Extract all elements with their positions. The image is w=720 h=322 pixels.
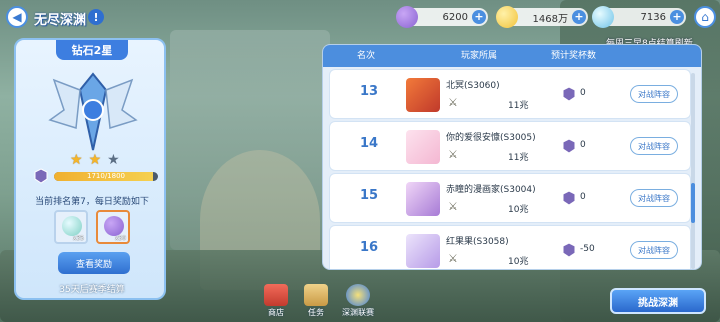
scrollbar-thumb[interactable]: [691, 183, 695, 223]
row-rank: 16: [360, 240, 379, 255]
trophy-badge-icon: [562, 242, 576, 258]
purple-orb-icon: [396, 6, 418, 28]
column-trophies: 预计奖杯数: [551, 51, 597, 61]
player-name: 北冥(S3060): [446, 81, 500, 91]
row-rank: 14: [360, 136, 379, 151]
player-name: 赤瞳的漫画家(S3004): [446, 185, 536, 195]
trophy-badge-icon: [562, 138, 576, 154]
column-rank: 名次: [357, 51, 376, 61]
challenge-abyss-button[interactable]: 挑战深渊: [610, 288, 706, 314]
page-title: 无尽深渊: [34, 13, 87, 28]
trophy-badge-icon: [34, 168, 48, 184]
table-row[interactable]: 16 红果果(S3058) ⚔ 10兆 -50 对战阵容: [329, 225, 691, 269]
player-power: 10兆: [508, 257, 529, 267]
player-power: 11兆: [508, 153, 529, 163]
season-countdown: 35天后赛季结算: [59, 285, 125, 295]
gem-icon: [62, 216, 82, 236]
battle-lineup-button[interactable]: 对战阵容: [630, 189, 678, 207]
reward-note: 当前排名第7，每日奖励如下: [35, 197, 149, 207]
abyss-league-button[interactable]: 深渊联赛: [340, 284, 376, 318]
star-icon: ★: [70, 152, 83, 168]
player-power: 11兆: [508, 101, 529, 111]
table-scrollbar[interactable]: [691, 73, 695, 269]
league-badge-icon: [346, 284, 370, 306]
table-header: 名次 玩家所属 预计奖杯数: [323, 45, 701, 67]
rank-stars: ★ ★ ★: [70, 152, 130, 168]
reward-count: x50: [114, 235, 126, 242]
back-icon: ◀: [12, 10, 22, 24]
shop-label: 商店: [268, 308, 284, 317]
progress-text: 1710/1800: [87, 172, 125, 180]
shop-icon: [264, 284, 288, 306]
reward-gem[interactable]: x35: [54, 210, 88, 244]
back-button[interactable]: ◀: [6, 6, 28, 28]
row-rank: 13: [360, 84, 379, 99]
gold-coin-icon: [496, 6, 518, 28]
row-rank: 15: [360, 188, 379, 203]
player-power: 10兆: [508, 205, 529, 215]
trophy-count: 0: [580, 192, 586, 202]
player-avatar[interactable]: [406, 234, 440, 268]
rank-progress: 1710/1800: [34, 168, 158, 184]
home-button[interactable]: ⌂: [694, 6, 716, 28]
info-button[interactable]: !: [88, 9, 104, 25]
rank-title: 钻石2星: [56, 40, 128, 60]
info-icon: !: [93, 10, 99, 24]
table-row[interactable]: 15 赤瞳的漫画家(S3004) ⚔ 10兆 0 对战阵容: [329, 173, 691, 223]
star-icon: ★: [107, 152, 120, 168]
trophy-badge-icon: [562, 190, 576, 206]
rank-panel: 钻石2星 ★ ★ ★ 1710/1800 当前排名第7，每日奖励如下 x35 x…: [14, 38, 166, 300]
battle-lineup-button[interactable]: 对战阵容: [630, 85, 678, 103]
currency-purple-orb: 6200 +: [396, 6, 488, 28]
currency-gold: 1468万 +: [496, 6, 588, 28]
currency-value: 1468万: [532, 13, 568, 25]
player-name: 红果果(S3058): [446, 237, 509, 247]
trophy-badge-icon: [562, 86, 576, 102]
player-avatar[interactable]: [406, 182, 440, 216]
currency-value: 6200: [442, 11, 468, 23]
player-avatar[interactable]: [406, 130, 440, 164]
battle-lineup-button[interactable]: 对战阵容: [630, 137, 678, 155]
crossed-swords-icon: ⚔: [448, 252, 458, 265]
add-purple-orb-button[interactable]: +: [472, 10, 486, 24]
currency-gem: 7136 +: [592, 6, 686, 28]
gem-icon: [592, 6, 614, 28]
orb-icon: [104, 216, 124, 236]
shop-button[interactable]: 商店: [258, 284, 294, 318]
reward-items: x35 x50: [54, 210, 130, 244]
tasks-label: 任务: [308, 308, 324, 317]
crossed-swords-icon: ⚔: [448, 96, 458, 109]
table-row[interactable]: 14 你的爱很安慷(S3005) ⚔ 11兆 0 对战阵容: [329, 121, 691, 171]
player-avatar[interactable]: [406, 78, 440, 112]
star-icon: ★: [88, 152, 102, 168]
home-icon: ⌂: [701, 10, 709, 24]
trophy-count: -50: [580, 244, 595, 254]
ranking-table: 名次 玩家所属 预计奖杯数 13 北冥(S3060) ⚔ 11兆 0 对战阵容 …: [322, 44, 702, 270]
top-bar: ◀ 无尽深渊 ! 6200 + 1468万 + 7136 + ⌂: [0, 0, 720, 36]
crossed-swords-icon: ⚔: [448, 148, 458, 161]
tasks-button[interactable]: 任务: [298, 284, 334, 318]
trophy-count: 0: [580, 88, 586, 98]
add-gem-button[interactable]: +: [670, 10, 684, 24]
reward-orb[interactable]: x50: [96, 210, 130, 244]
player-name: 你的爱很安慷(S3005): [446, 133, 536, 143]
rank-emblem-icon: [48, 72, 138, 151]
view-rewards-button[interactable]: 查看奖励: [58, 252, 130, 274]
reward-count: x35: [72, 235, 84, 242]
table-row[interactable]: 13 北冥(S3060) ⚔ 11兆 0 对战阵容: [329, 69, 691, 119]
battle-lineup-button[interactable]: 对战阵容: [630, 241, 678, 259]
trophy-count: 0: [580, 140, 586, 150]
scroll-icon: [304, 284, 328, 306]
abyss-league-label: 深渊联赛: [342, 308, 374, 317]
add-gold-button[interactable]: +: [572, 10, 586, 24]
column-player: 玩家所属: [461, 51, 498, 61]
currency-value: 7136: [640, 11, 666, 23]
crossed-swords-icon: ⚔: [448, 200, 458, 213]
